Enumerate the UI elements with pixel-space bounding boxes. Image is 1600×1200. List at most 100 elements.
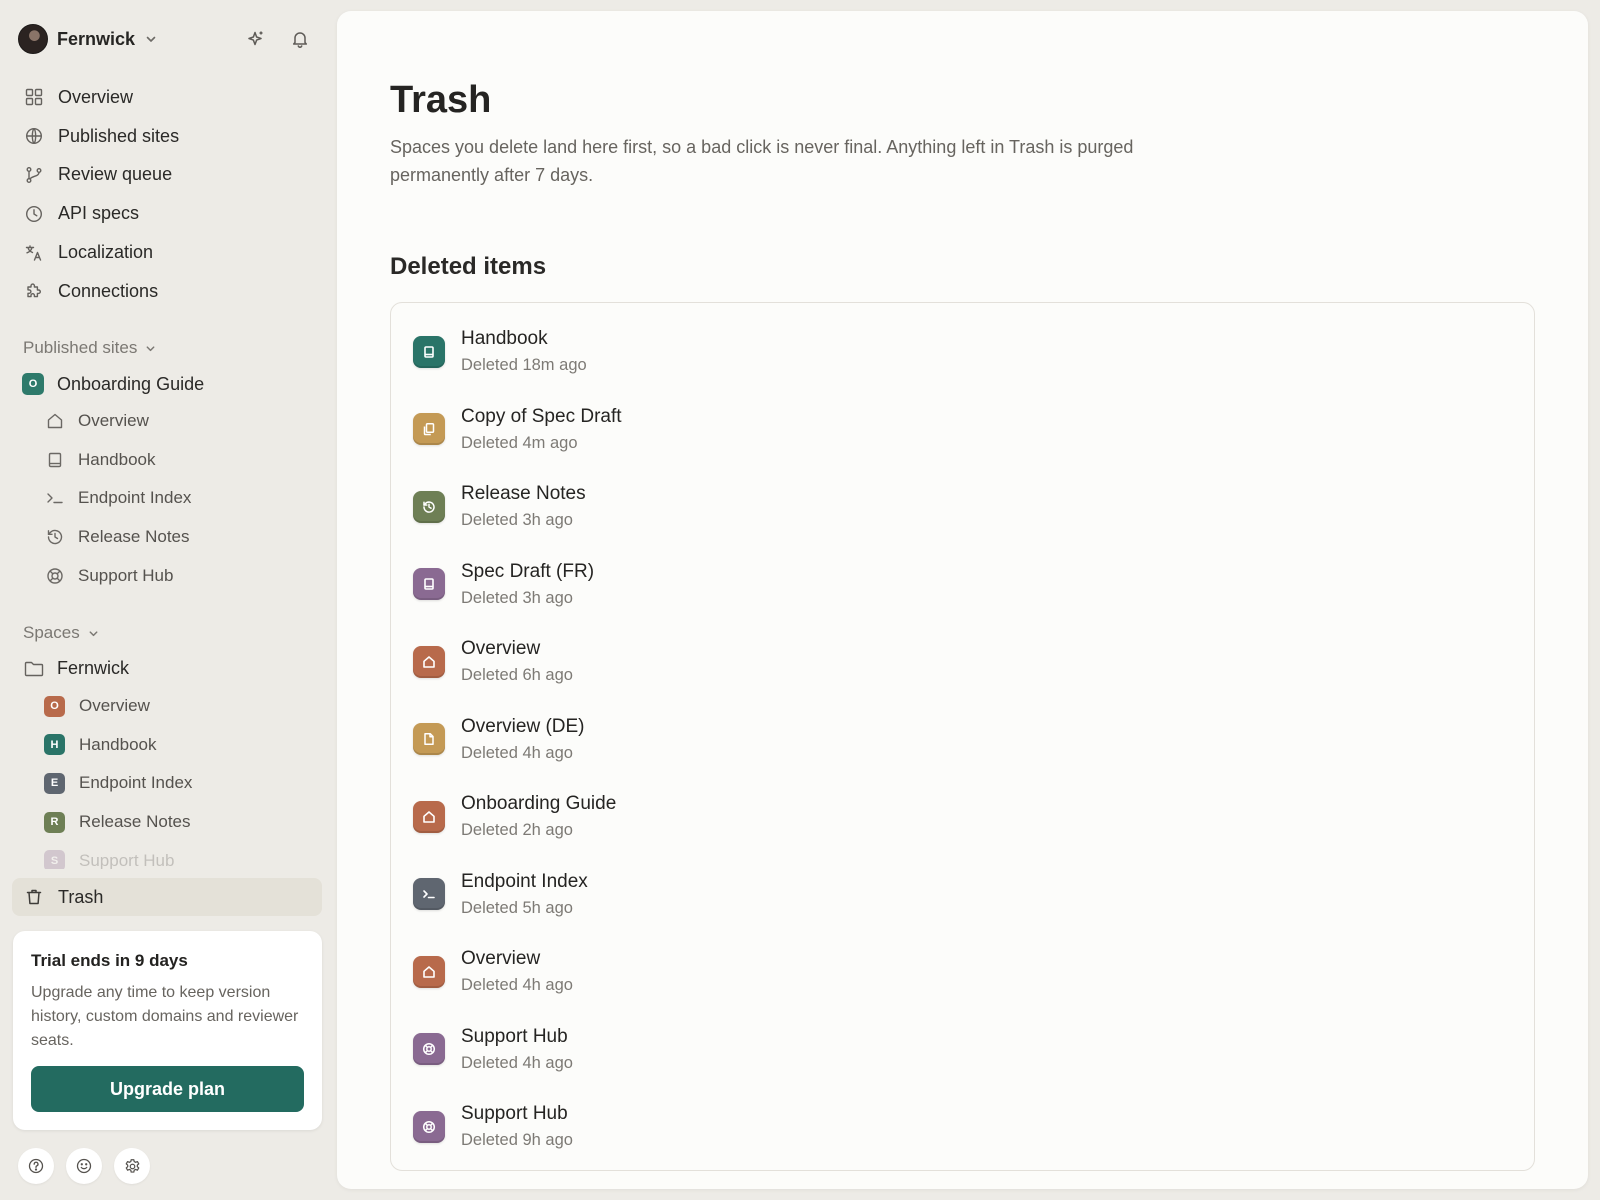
space-item-handbook[interactable]: H Handbook <box>44 726 314 765</box>
space-item-label: Support Hub <box>79 850 175 869</box>
site-page-label: Overview <box>78 411 149 431</box>
workspace-name: Fernwick <box>57 28 136 49</box>
site-onboarding-guide[interactable]: O Onboarding Guide <box>22 373 204 395</box>
lifebuoy-icon <box>413 1033 445 1066</box>
deleted-item-text: Overview (DE) Deleted 4h ago <box>461 715 585 764</box>
space-badge: E <box>44 772 65 794</box>
section-label: Published sites <box>23 338 138 357</box>
deleted-item-row[interactable]: Endpoint Index Deleted 5h ago <box>391 856 1534 934</box>
deleted-item-name: Handbook <box>461 328 548 350</box>
deleted-item-text: Handbook Deleted 18m ago <box>461 327 587 376</box>
space-badge: H <box>44 734 65 756</box>
workspace-switcher[interactable]: Fernwick <box>18 22 318 56</box>
deleted-item-row[interactable]: Overview Deleted 4h ago <box>391 933 1534 1011</box>
spaces-section-toggle[interactable]: Spaces <box>23 623 99 643</box>
home-icon <box>413 645 445 678</box>
deleted-item-row[interactable]: Overview Deleted 6h ago <box>391 623 1534 701</box>
deleted-item-text: Release Notes Deleted 3h ago <box>461 482 586 531</box>
terminal-icon <box>413 878 445 911</box>
site-page-release-notes[interactable]: Release Notes <box>44 518 314 557</box>
deleted-item-text: Onboarding Guide Deleted 2h ago <box>461 792 616 841</box>
book-icon <box>413 335 445 368</box>
nav-item-api-specs[interactable]: API specs <box>12 194 322 233</box>
main-nav: Overview Published sites Review queue AP… <box>12 78 322 311</box>
space-item-endpoint-index[interactable]: E Endpoint Index <box>44 764 314 803</box>
deleted-item-name: Overview (DE) <box>461 715 585 737</box>
upgrade-plan-button[interactable]: Upgrade plan <box>31 1066 304 1112</box>
clock-icon <box>24 204 44 224</box>
space-item-label: Release Notes <box>79 812 191 832</box>
site-page-support-hub[interactable]: Support Hub <box>44 556 314 595</box>
deleted-item-row[interactable]: Copy of Spec Draft Deleted 4m ago <box>391 391 1534 469</box>
deleted-item-row[interactable]: Release Notes Deleted 3h ago <box>391 468 1534 546</box>
space-item-label: Endpoint Index <box>79 773 193 793</box>
settings-gear-icon[interactable] <box>114 1148 150 1184</box>
nav-item-published-sites[interactable]: Published sites <box>12 117 322 156</box>
nav-item-trash[interactable]: Trash <box>12 878 322 916</box>
history-icon <box>44 526 66 548</box>
deleted-item-meta: Deleted 3h ago <box>461 511 573 530</box>
deleted-item-row[interactable]: Onboarding Guide Deleted 2h ago <box>391 778 1534 856</box>
deleted-item-text: Support Hub Deleted 9h ago <box>461 1102 573 1151</box>
avatar <box>18 24 48 54</box>
deleted-item-meta: Deleted 4m ago <box>461 433 578 452</box>
space-item-release-notes[interactable]: R Release Notes <box>44 803 314 842</box>
site-pages-list: Overview Handbook Endpoint Index Release… <box>44 402 314 595</box>
nav-item-localization[interactable]: Localization <box>12 233 322 272</box>
deleted-item-name: Copy of Spec Draft <box>461 405 622 427</box>
deleted-item-text: Overview Deleted 4h ago <box>461 947 573 996</box>
home-icon <box>413 800 445 833</box>
space-item-support-hub[interactable]: S Support Hub <box>44 841 314 869</box>
nav-item-label: Connections <box>58 280 159 301</box>
globe-icon <box>24 126 44 146</box>
site-page-overview[interactable]: Overview <box>44 402 314 441</box>
book-icon <box>44 449 66 471</box>
deleted-item-meta: Deleted 18m ago <box>461 356 587 375</box>
chevron-down-icon <box>145 343 156 354</box>
deleted-item-row[interactable]: Support Hub Deleted 9h ago <box>391 1088 1534 1166</box>
space-folder-fernwick[interactable]: Fernwick <box>24 658 129 679</box>
book-icon <box>413 568 445 601</box>
site-page-endpoint-index[interactable]: Endpoint Index <box>44 479 314 518</box>
translate-icon <box>24 243 44 263</box>
help-icon[interactable] <box>18 1148 54 1184</box>
chevron-down-icon <box>145 33 157 45</box>
home-icon <box>413 955 445 988</box>
bell-icon[interactable] <box>288 27 312 51</box>
nav-item-connections[interactable]: Connections <box>12 272 322 311</box>
page-title: Trash <box>390 79 492 121</box>
terminal-icon <box>44 487 66 509</box>
nav-item-label: Review queue <box>58 164 173 185</box>
space-item-overview[interactable]: O Overview <box>44 687 314 726</box>
deleted-item-text: Support Hub Deleted 4h ago <box>461 1025 573 1074</box>
trial-title: Trial ends in 9 days <box>31 951 188 970</box>
nav-item-label: Trash <box>58 886 104 907</box>
site-page-handbook[interactable]: Handbook <box>44 441 314 480</box>
deleted-item-text: Copy of Spec Draft Deleted 4m ago <box>461 405 622 454</box>
section-label: Spaces <box>23 623 80 642</box>
deleted-item-row[interactable]: Handbook Deleted 18m ago <box>391 313 1534 391</box>
main-panel: Trash Spaces you delete land here first,… <box>337 11 1588 1189</box>
deleted-item-name: Endpoint Index <box>461 870 588 892</box>
deleted-item-meta: Deleted 6h ago <box>461 666 573 685</box>
trial-text: Upgrade any time to keep version history… <box>31 984 299 1049</box>
nav-item-label: Published sites <box>58 125 180 146</box>
deleted-item-row[interactable]: Support Hub Deleted 4h ago <box>391 1011 1534 1089</box>
nav-item-review-queue[interactable]: Review queue <box>12 156 322 195</box>
deleted-item-row[interactable]: Spec Draft (FR) Deleted 3h ago <box>391 546 1534 624</box>
smiley-icon[interactable] <box>66 1148 102 1184</box>
page-description: Spaces you delete land here first, so a … <box>390 137 1134 185</box>
space-items-list: O Overview H Handbook E Endpoint Index R… <box>44 687 314 869</box>
published-sites-section-toggle[interactable]: Published sites <box>23 338 156 358</box>
deleted-item-text: Endpoint Index Deleted 5h ago <box>461 870 588 919</box>
sparkle-icon[interactable] <box>244 27 268 51</box>
history-icon <box>413 490 445 523</box>
deleted-item-meta: Deleted 3h ago <box>461 588 573 607</box>
deleted-item-name: Onboarding Guide <box>461 793 617 815</box>
home-icon <box>44 410 66 432</box>
file-icon <box>413 723 445 756</box>
deleted-item-row[interactable]: Overview (DE) Deleted 4h ago <box>391 701 1534 779</box>
nav-item-overview[interactable]: Overview <box>12 78 322 117</box>
deleted-item-name: Overview <box>461 638 541 660</box>
deleted-items-list: Handbook Deleted 18m ago Copy of Spec Draf… <box>390 302 1535 1171</box>
